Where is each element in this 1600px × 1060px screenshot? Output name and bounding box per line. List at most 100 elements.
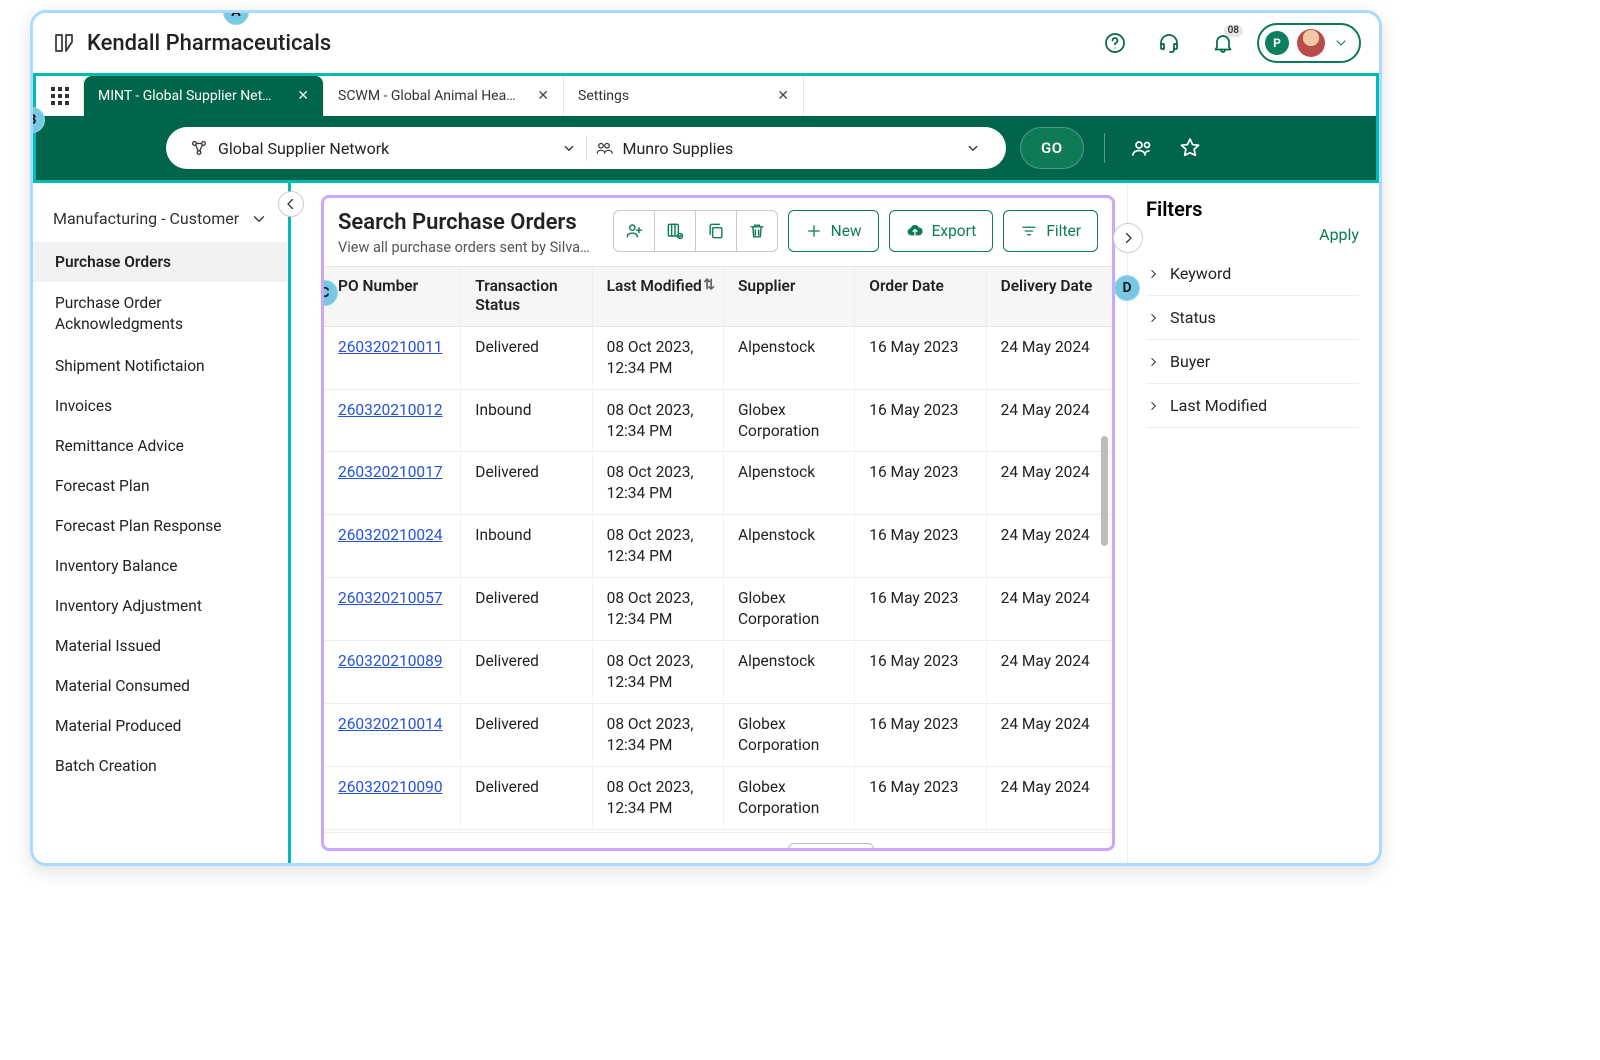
po-number-link[interactable]: 260320210090: [338, 777, 443, 798]
export-button[interactable]: Export: [889, 210, 994, 252]
column-header[interactable]: PO Number: [324, 267, 461, 327]
close-icon[interactable]: ✕: [537, 88, 549, 104]
filters-collapse-button[interactable]: [1113, 223, 1143, 253]
tab-1[interactable]: SCWM - Global Animal Hea… ✕: [324, 76, 564, 116]
panel-title: Search Purchase Orders: [338, 210, 590, 235]
tab-0[interactable]: MINT - Global Supplier Net…✕: [84, 76, 324, 116]
plus-icon: [805, 222, 823, 240]
tab-label: SCWM - Global Animal Hea…: [338, 88, 516, 104]
assign-user-button[interactable]: [613, 210, 655, 252]
notifications-icon[interactable]: 08: [1203, 23, 1243, 63]
cell: Delivered: [461, 640, 592, 703]
cell: Delivered: [461, 326, 592, 389]
sidebar-item[interactable]: Material Consumed: [33, 666, 288, 706]
cell: 08 Oct 2023, 12:34 PM: [592, 326, 723, 389]
center-column: Search Purchase Orders View all purchase…: [291, 183, 1379, 863]
favorite-star-icon[interactable]: [1173, 131, 1207, 165]
rows-per-page-select[interactable]: 100: [788, 843, 874, 849]
go-button[interactable]: GO: [1020, 127, 1084, 169]
sidebar-item[interactable]: Inventory Adjustment: [33, 586, 288, 626]
chevron-left-icon: [282, 195, 300, 213]
sidebar-item[interactable]: Remittance Advice: [33, 426, 288, 466]
cell: Globex Corporation: [723, 766, 854, 829]
app-launcher[interactable]: [36, 76, 84, 116]
delete-button[interactable]: [736, 210, 778, 252]
divider: [1104, 133, 1105, 163]
people-icon[interactable]: [1125, 131, 1159, 165]
cell: 08 Oct 2023, 12:34 PM: [592, 389, 723, 452]
po-number-link[interactable]: 260320210024: [338, 525, 443, 546]
filter-label: Status: [1170, 308, 1216, 327]
sidebar-item[interactable]: Forecast Plan Response: [33, 506, 288, 546]
apps-grid-icon: [51, 87, 69, 105]
cell: 16 May 2023: [855, 389, 986, 452]
column-header[interactable]: Order Date: [855, 267, 986, 327]
po-number-link[interactable]: 260320210011: [338, 337, 443, 358]
partner-icon: [595, 139, 613, 157]
cell: 08 Oct 2023, 12:34 PM: [592, 640, 723, 703]
brand-logo-icon: [51, 30, 77, 56]
table-wrap: C PO NumberTransaction StatusLast Modifi…: [324, 266, 1112, 848]
po-number-link[interactable]: 260320210057: [338, 588, 443, 609]
network-label: Global Supplier Network: [218, 139, 389, 158]
sidebar-item[interactable]: Purchase Orders: [33, 242, 288, 282]
sidebar-item[interactable]: Batch Creation: [33, 746, 288, 786]
column-header[interactable]: Delivery Date: [986, 267, 1112, 327]
cell: 16 May 2023: [855, 640, 986, 703]
po-number-link[interactable]: 260320210017: [338, 462, 443, 483]
cell: 16 May 2023: [855, 578, 986, 641]
column-header[interactable]: Transaction Status: [461, 267, 592, 327]
sidebar-item[interactable]: Material Produced: [33, 706, 288, 746]
new-button[interactable]: New: [788, 210, 879, 252]
sidebar-header[interactable]: Manufacturing - Customer: [33, 199, 288, 242]
copy-button[interactable]: [695, 210, 737, 252]
po-number-link[interactable]: 260320210012: [338, 400, 443, 421]
sidebar-collapse-button[interactable]: [278, 191, 304, 217]
column-header[interactable]: Last Modified⇅: [592, 267, 723, 327]
cell: 08 Oct 2023, 12:34 PM: [592, 703, 723, 766]
sidebar-item[interactable]: Purchase Order Acknowledgments: [33, 282, 288, 346]
chevron-right-icon: [1146, 311, 1160, 325]
sidebar-item[interactable]: Inventory Balance: [33, 546, 288, 586]
filter-label: Last Modified: [1170, 396, 1267, 415]
network-selector[interactable]: Global Supplier Network: [182, 139, 586, 158]
filter-icon: [1020, 222, 1038, 240]
po-number-link[interactable]: 260320210014: [338, 714, 443, 735]
chevron-right-icon: [1146, 399, 1160, 413]
user-menu[interactable]: P: [1257, 23, 1361, 63]
po-number-link[interactable]: 260320210089: [338, 651, 443, 672]
sidebar-item[interactable]: Forecast Plan: [33, 466, 288, 506]
filter-section[interactable]: Status: [1146, 296, 1359, 340]
column-header[interactable]: Supplier: [723, 267, 854, 327]
cell: Alpenstock: [723, 515, 854, 578]
partner-selector[interactable]: Munro Supplies: [587, 139, 991, 158]
filter-section[interactable]: Last Modified: [1146, 384, 1359, 428]
sidebar-item[interactable]: Material Issued: [33, 626, 288, 666]
sidebar-item[interactable]: Invoices: [33, 386, 288, 426]
cell: 16 May 2023: [855, 326, 986, 389]
app-window: A B Kendall Pharmaceuticals 08 P: [30, 10, 1382, 866]
vertical-scrollbar[interactable]: [1101, 436, 1108, 546]
cell: 16 May 2023: [855, 452, 986, 515]
support-headset-icon[interactable]: [1149, 23, 1189, 63]
filter-section[interactable]: Buyer: [1146, 340, 1359, 384]
sort-icon[interactable]: ⇅: [703, 277, 715, 295]
filters-apply-button[interactable]: Apply: [1319, 225, 1359, 244]
cell: 08 Oct 2023, 12:34 PM: [592, 452, 723, 515]
save-view-button[interactable]: [654, 210, 696, 252]
close-icon[interactable]: ✕: [297, 88, 309, 104]
cell: 16 May 2023: [855, 703, 986, 766]
close-icon[interactable]: ✕: [777, 88, 789, 104]
toolbar: New Export Filter: [613, 210, 1098, 252]
cell: Globex Corporation: [723, 389, 854, 452]
filter-section[interactable]: Keyword: [1146, 252, 1359, 296]
sidebar-item[interactable]: Shipment Notifictaion: [33, 346, 288, 386]
cell: Delivered: [461, 766, 592, 829]
tab-2[interactable]: Settings✕: [564, 76, 804, 116]
table-row: 260320210090Delivered08 Oct 2023, 12:34 …: [324, 766, 1112, 829]
help-icon[interactable]: [1095, 23, 1135, 63]
filter-button[interactable]: Filter: [1003, 210, 1098, 252]
cell: Alpenstock: [723, 452, 854, 515]
caret-down-icon: [964, 139, 982, 157]
user-plan-badge: P: [1265, 31, 1289, 55]
